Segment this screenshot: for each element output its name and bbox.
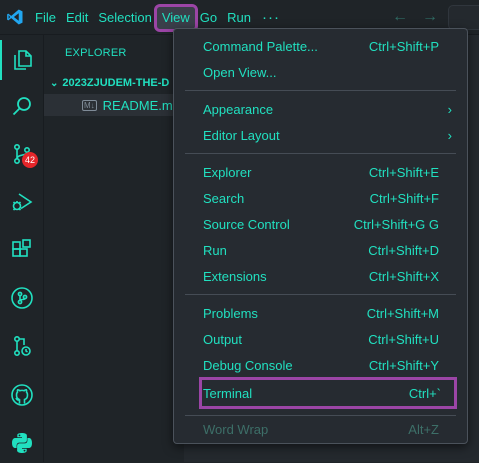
item-label: Output (203, 331, 243, 347)
menu-appearance[interactable]: Appearance › (174, 96, 467, 122)
item-shortcut: Ctrl+` (408, 385, 441, 401)
menu-output[interactable]: Output Ctrl+Shift+U (174, 326, 467, 352)
item-label: Source Control (203, 216, 290, 232)
chevron-right-icon: › (447, 127, 452, 143)
chevron-right-icon: › (447, 101, 452, 117)
menu-terminal[interactable]: Terminal Ctrl+` (199, 377, 457, 409)
menu-extensions[interactable]: Extensions Ctrl+Shift+X (174, 263, 467, 289)
source-control-icon[interactable]: 42 (0, 134, 44, 174)
explorer-sidebar: EXPLORER ⌄ 2023ZJUDEM-THE-D M↓ README.md (44, 35, 184, 462)
item-shortcut: Ctrl+Shift+M (366, 305, 439, 321)
item-label: Word Wrap (203, 421, 269, 437)
menu-go[interactable]: Go (195, 7, 222, 29)
item-shortcut: Ctrl+Shift+D (368, 242, 439, 258)
item-label: Run (203, 242, 227, 258)
menu-run[interactable]: Run (222, 7, 256, 29)
workspace-folder[interactable]: ⌄ 2023ZJUDEM-THE-D (44, 73, 184, 93)
chevron-down-icon: ⌄ (50, 77, 59, 89)
item-shortcut: Ctrl+Shift+X (368, 268, 439, 284)
markdown-icon: M↓ (82, 99, 97, 111)
search-icon[interactable] (0, 86, 44, 126)
menu-debug-console[interactable]: Debug Console Ctrl+Shift+Y (174, 352, 467, 378)
explorer-icon[interactable] (0, 40, 44, 80)
git-graph-icon[interactable] (0, 278, 44, 318)
source-control-badge: 42 (22, 152, 39, 168)
extensions-icon[interactable] (0, 230, 44, 270)
menu-word-wrap[interactable]: Word Wrap Alt+Z (174, 416, 467, 442)
menu-command-palette[interactable]: Command Palette... Ctrl+Shift+P (174, 33, 467, 59)
menu-problems[interactable]: Problems Ctrl+Shift+M (174, 300, 467, 326)
view-menu-dropdown: Command Palette... Ctrl+Shift+P Open Vie… (173, 28, 468, 444)
file-name: README.md (102, 97, 180, 113)
item-label: Explorer (203, 164, 252, 180)
menu-edit[interactable]: Edit (61, 7, 93, 29)
item-label: Appearance (203, 101, 274, 117)
back-arrow-icon[interactable]: ← (392, 8, 408, 26)
navigation-arrows: ← → (392, 8, 438, 26)
menu-view[interactable]: View (153, 3, 198, 32)
sidebar-title: EXPLORER (65, 47, 127, 59)
item-label: Open View... (203, 64, 277, 80)
menu-separator (185, 153, 456, 154)
forward-arrow-icon[interactable]: → (422, 8, 438, 26)
item-shortcut: Ctrl+Shift+P (368, 38, 439, 54)
item-shortcut: Ctrl+Shift+F (369, 190, 439, 206)
menu-separator (185, 90, 456, 91)
run-debug-icon[interactable] (0, 182, 44, 222)
item-label: Search (203, 190, 245, 206)
item-label: Command Palette... (203, 38, 318, 54)
item-shortcut: Ctrl+Shift+U (368, 331, 439, 347)
menu-separator (185, 294, 456, 295)
item-label: Problems (203, 305, 258, 321)
command-center-search[interactable] (448, 5, 479, 30)
python-icon[interactable] (0, 423, 44, 463)
item-label: Editor Layout (203, 127, 280, 143)
pull-requests-icon[interactable] (0, 326, 44, 366)
item-label: Extensions (203, 268, 267, 284)
menu-search[interactable]: Search Ctrl+Shift+F (174, 185, 467, 211)
menu-explorer[interactable]: Explorer Ctrl+Shift+E (174, 159, 467, 185)
menu-editor-layout[interactable]: Editor Layout › (174, 122, 467, 148)
menu-file[interactable]: File (30, 7, 61, 29)
item-label: Debug Console (203, 357, 293, 373)
item-label: Terminal (203, 385, 253, 401)
vscode-logo-icon (7, 9, 23, 25)
item-shortcut: Alt+Z (408, 421, 439, 437)
item-shortcut: Ctrl+Shift+E (368, 164, 439, 180)
github-icon[interactable] (0, 375, 44, 415)
menu-open-view[interactable]: Open View... (174, 59, 467, 85)
item-shortcut: Ctrl+Shift+G G (353, 216, 439, 232)
file-readme[interactable]: M↓ README.md (44, 94, 184, 116)
item-shortcut: Ctrl+Shift+Y (368, 357, 439, 373)
folder-name: 2023ZJUDEM-THE-D (62, 77, 170, 89)
activity-bar: 42 (0, 35, 44, 462)
menu-source-control[interactable]: Source Control Ctrl+Shift+G G (174, 211, 467, 237)
menu-selection[interactable]: Selection (93, 7, 156, 29)
menu-more-button[interactable]: ··· (256, 9, 286, 26)
menu-run[interactable]: Run Ctrl+Shift+D (174, 237, 467, 263)
